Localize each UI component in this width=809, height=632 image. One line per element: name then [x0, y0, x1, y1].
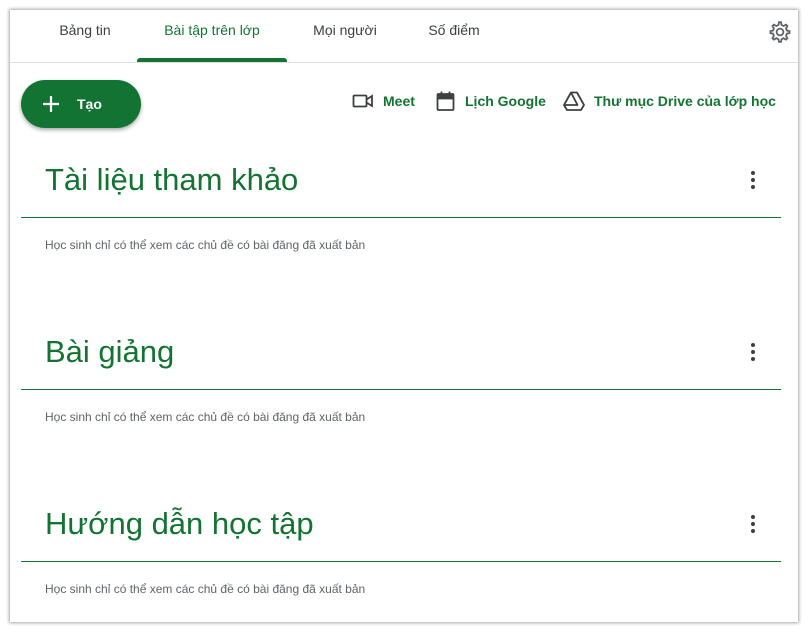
- calendar-icon: [436, 91, 455, 111]
- topic-divider: [21, 389, 781, 390]
- drive-icon: [563, 91, 585, 111]
- topic-divider: [21, 561, 781, 562]
- topic-title: Tài liệu tham khảo: [45, 162, 299, 197]
- meet-label: Meet: [383, 93, 415, 109]
- top-navigation: Bảng tin Bài tập trên lớp Mọi người Số đ…: [10, 10, 798, 63]
- tab-label: Bảng tin: [59, 22, 111, 38]
- topic-visibility-note: Học sinh chỉ có thể xem các chủ đề có bà…: [45, 582, 366, 596]
- tab-people[interactable]: Mọi người: [298, 10, 392, 62]
- tab-label: Số điểm: [428, 22, 480, 38]
- more-vert-icon[interactable]: [743, 512, 763, 536]
- tab-label: Bài tập trên lớp: [164, 22, 260, 38]
- video-camera-icon: [352, 94, 373, 108]
- classroom-window: Bảng tin Bài tập trên lớp Mọi người Số đ…: [10, 10, 798, 622]
- gear-icon[interactable]: [768, 20, 792, 44]
- tab-classwork[interactable]: Bài tập trên lớp: [137, 10, 287, 62]
- active-tab-indicator: [137, 58, 287, 62]
- tab-stream[interactable]: Bảng tin: [40, 10, 130, 62]
- tab-label: Mọi người: [313, 22, 377, 38]
- topic-visibility-note: Học sinh chỉ có thể xem các chủ đề có bà…: [45, 238, 366, 252]
- topic-title: Hướng dẫn học tập: [45, 506, 314, 541]
- meet-link[interactable]: Meet: [352, 90, 422, 114]
- tab-grades[interactable]: Số điểm: [412, 10, 496, 62]
- topic-title: Bài giảng: [45, 334, 175, 369]
- more-vert-icon[interactable]: [743, 340, 763, 364]
- class-drive-folder-label: Thư mục Drive của lớp học: [594, 93, 776, 109]
- google-calendar-label: Lịch Google: [465, 93, 546, 109]
- more-vert-icon[interactable]: [743, 168, 763, 192]
- google-calendar-link[interactable]: Lịch Google: [435, 90, 555, 114]
- create-button[interactable]: Tạo: [21, 80, 141, 128]
- create-button-label: Tạo: [77, 96, 102, 112]
- class-drive-folder-link[interactable]: Thư mục Drive của lớp học: [563, 90, 778, 114]
- plus-icon: [43, 96, 59, 112]
- topic-divider: [21, 217, 781, 218]
- topic-visibility-note: Học sinh chỉ có thể xem các chủ đề có bà…: [45, 410, 366, 424]
